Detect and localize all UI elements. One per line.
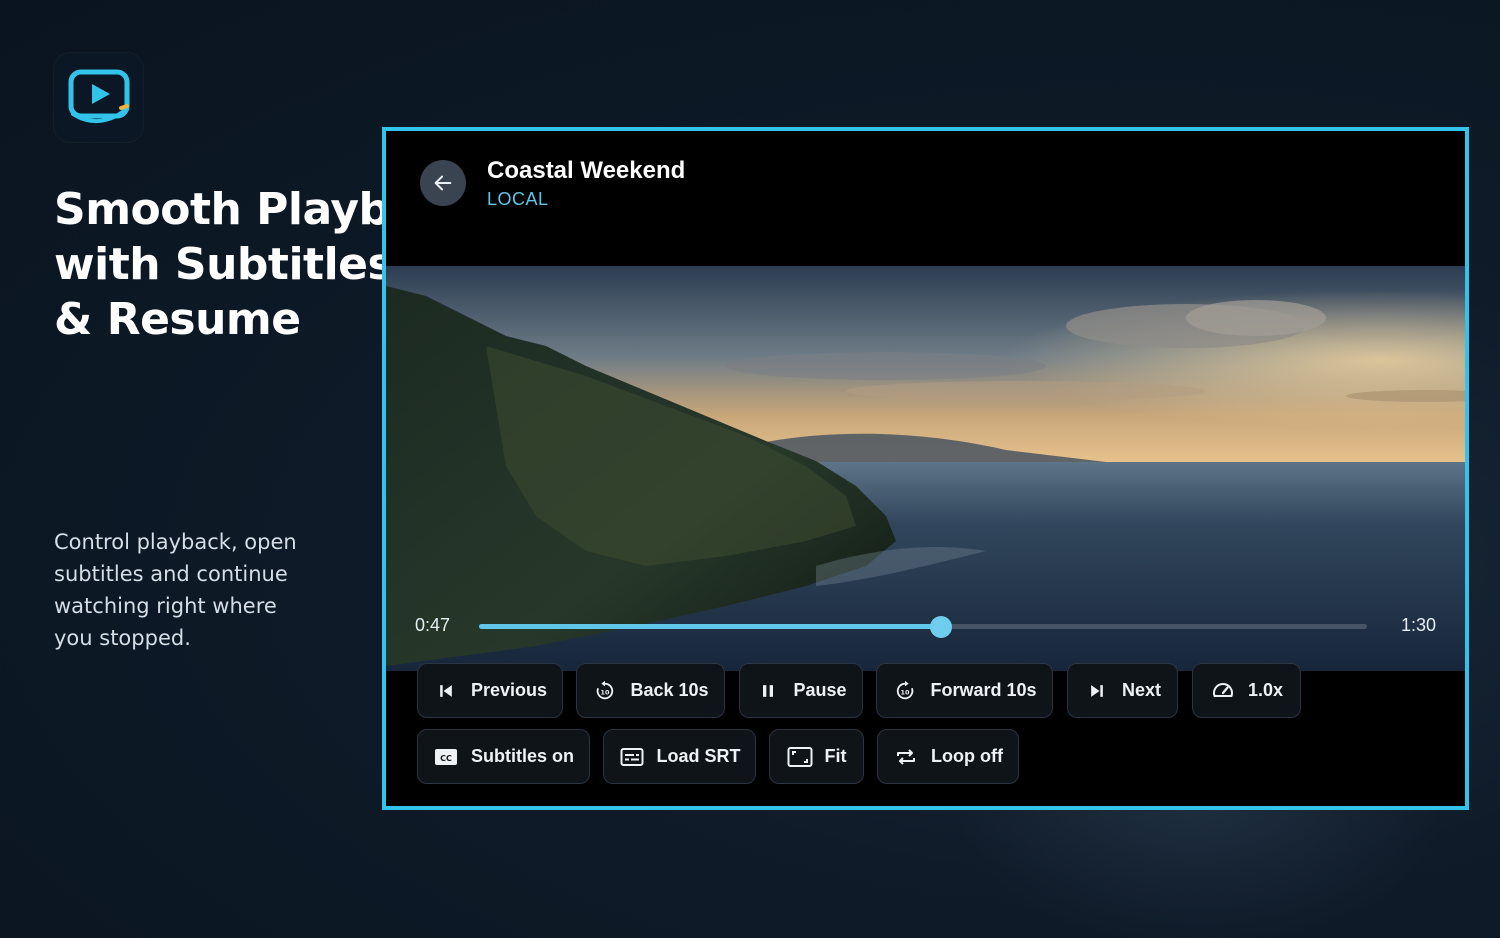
loop-icon — [893, 744, 919, 770]
aspect-fit-icon — [787, 744, 813, 770]
svg-text:10: 10 — [601, 688, 610, 696]
button-label: Load SRT — [656, 746, 741, 766]
svg-text:10: 10 — [901, 688, 910, 696]
button-label: Next — [1121, 680, 1161, 700]
button-label: 1.0x — [1247, 680, 1284, 700]
back-button[interactable] — [420, 160, 466, 206]
button-label: Back 10s — [630, 680, 709, 700]
seek-thumb[interactable] — [929, 616, 952, 638]
button-label: Loop off — [931, 746, 1003, 766]
previous-button[interactable]: Previous — [417, 663, 563, 718]
total-duration: 1:30 — [1400, 615, 1436, 635]
app-logo — [54, 53, 143, 142]
video-title: Coastal Weekend — [487, 157, 686, 184]
button-label: Pause — [793, 680, 847, 700]
skip-next-icon — [1084, 678, 1110, 704]
forward-10s-button[interactable]: 10 Forward 10s — [876, 663, 1053, 718]
play-logo-icon — [68, 69, 129, 123]
pause-button[interactable]: Pause — [739, 663, 863, 718]
seek-bar[interactable] — [479, 616, 1367, 638]
arrow-back-icon — [434, 175, 452, 191]
promo-description: Control playback, open subtitles and con… — [54, 530, 297, 650]
button-label: Forward 10s — [930, 680, 1037, 700]
player-screen: Coastal Weekend LOCAL 0:47 1:30 Previous… — [382, 127, 1469, 810]
fit-button[interactable]: Fit — [769, 729, 864, 784]
replay-10-icon: 10 — [592, 678, 618, 704]
subtitle-file-icon — [619, 744, 645, 770]
next-button[interactable]: Next — [1067, 663, 1178, 718]
video-frame[interactable] — [386, 266, 1465, 671]
closed-captions-icon: CC — [433, 744, 459, 770]
seek-progress — [479, 624, 941, 629]
current-time: 0:47 — [415, 615, 451, 635]
back-10s-button[interactable]: 10 Back 10s — [576, 663, 725, 718]
video-source-label: LOCAL — [487, 189, 549, 209]
button-label: Fit — [824, 746, 847, 766]
forward-10-icon: 10 — [892, 678, 918, 704]
svg-text:CC: CC — [440, 754, 452, 763]
load-srt-button[interactable]: Load SRT — [603, 729, 756, 784]
skip-previous-icon — [433, 678, 459, 704]
loop-toggle-button[interactable]: Loop off — [877, 729, 1019, 784]
subtitles-toggle-button[interactable]: CC Subtitles on — [417, 729, 590, 784]
button-label: Subtitles on — [471, 746, 574, 766]
button-label: Previous — [470, 680, 548, 700]
coastal-scene-image — [386, 266, 1465, 671]
speed-gauge-icon — [1210, 678, 1236, 704]
playback-speed-button[interactable]: 1.0x — [1192, 663, 1301, 718]
pause-icon — [755, 678, 781, 704]
